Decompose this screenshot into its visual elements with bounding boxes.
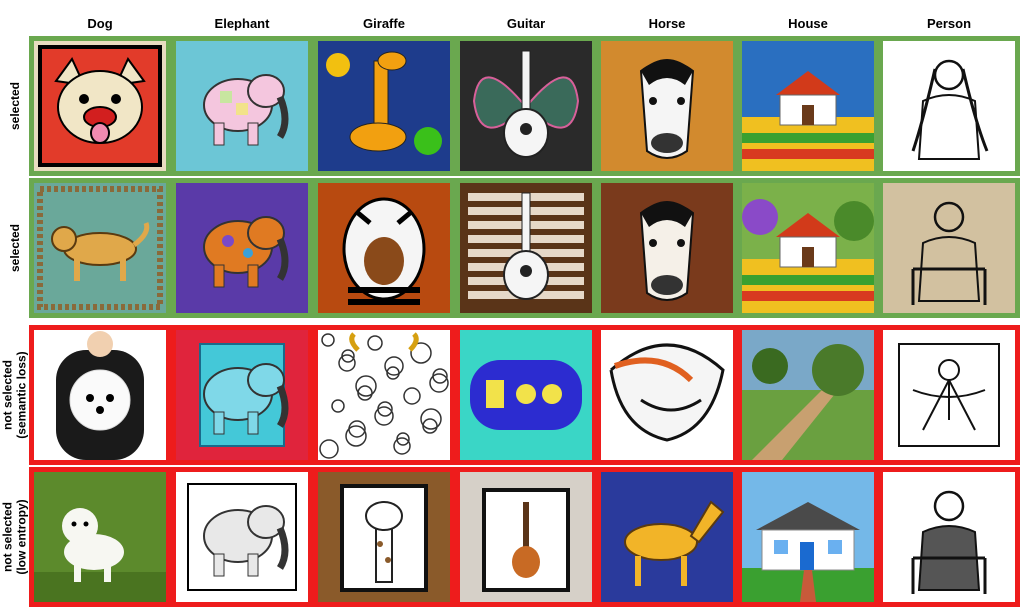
tile-elephant-row-3	[171, 325, 313, 465]
tile-person-row-4	[878, 467, 1020, 607]
tile-horse-row-3	[596, 325, 738, 465]
house-illustration	[742, 472, 874, 602]
tile-dog-row-4	[29, 467, 171, 607]
tile-elephant-row-2	[171, 178, 313, 318]
elephant-illustration	[176, 472, 308, 602]
row-label-text: selected	[8, 223, 22, 273]
tile-person-row-3	[878, 325, 1020, 465]
column-header-giraffe: Giraffe	[363, 16, 405, 31]
guitar-illustration	[460, 330, 592, 460]
tile-dog-row-3	[29, 325, 171, 465]
column-header-horse: Horse	[648, 16, 686, 31]
tile-giraffe-row-2	[313, 178, 455, 318]
tile-giraffe-row-4	[313, 467, 455, 607]
row-label-2: selected	[0, 178, 30, 318]
tile-horse-row-2	[596, 178, 738, 318]
column-header-dog: Dog	[87, 16, 113, 31]
horse-illustration	[601, 330, 733, 460]
giraffe-illustration	[318, 41, 450, 171]
giraffe-illustration	[318, 330, 450, 460]
person-illustration	[883, 183, 1015, 313]
elephant-illustration	[176, 41, 308, 171]
elephant-illustration	[176, 183, 308, 313]
column-header-elephant: Elephant	[214, 16, 270, 31]
guitar-illustration	[460, 41, 592, 171]
tile-giraffe-row-3	[313, 325, 455, 465]
person-illustration	[883, 41, 1015, 171]
row-label-3: not selected (semantic loss)	[0, 325, 30, 465]
guitar-illustration	[460, 183, 592, 313]
column-header-person: Person	[926, 16, 972, 31]
person-illustration	[883, 472, 1015, 602]
horse-illustration	[601, 472, 733, 602]
row-label-text: not selected (semantic loss)	[1, 351, 29, 439]
tile-dog-row-1	[29, 36, 171, 176]
house-illustration	[742, 41, 874, 171]
tile-house-row-2	[737, 178, 879, 318]
figure-grid: Dog Elephant Giraffe Guitar Horse House Person…	[0, 0, 1024, 614]
guitar-illustration	[460, 472, 592, 602]
tile-house-row-3	[737, 325, 879, 465]
tile-house-row-4	[737, 467, 879, 607]
house-illustration	[742, 330, 874, 460]
column-header-guitar: Guitar	[506, 16, 546, 31]
horse-illustration	[601, 41, 733, 171]
dog-illustration	[34, 41, 166, 171]
tile-elephant-row-1	[171, 36, 313, 176]
house-illustration	[742, 183, 874, 313]
dog-illustration	[34, 472, 166, 602]
tile-guitar-row-1	[455, 36, 597, 176]
row-label-text: selected	[8, 81, 22, 131]
tile-person-row-2	[878, 178, 1020, 318]
elephant-illustration	[176, 330, 308, 460]
tile-elephant-row-4	[171, 467, 313, 607]
tile-giraffe-row-1	[313, 36, 455, 176]
dog-illustration	[34, 330, 166, 460]
tile-horse-row-1	[596, 36, 738, 176]
row-label-1: selected	[0, 36, 30, 176]
horse-illustration	[601, 183, 733, 313]
tile-house-row-1	[737, 36, 879, 176]
giraffe-illustration	[318, 183, 450, 313]
tile-person-row-1	[878, 36, 1020, 176]
column-header-house: House	[788, 16, 828, 31]
row-label-4: not selected (low entropy)	[0, 467, 30, 607]
dog-illustration	[34, 183, 166, 313]
tile-guitar-row-4	[455, 467, 597, 607]
giraffe-illustration	[318, 472, 450, 602]
row-label-text: not selected (low entropy)	[1, 499, 30, 575]
tile-dog-row-2	[29, 178, 171, 318]
tile-horse-row-4	[596, 467, 738, 607]
tile-guitar-row-2	[455, 178, 597, 318]
tile-guitar-row-3	[455, 325, 597, 465]
person-illustration	[883, 330, 1015, 460]
